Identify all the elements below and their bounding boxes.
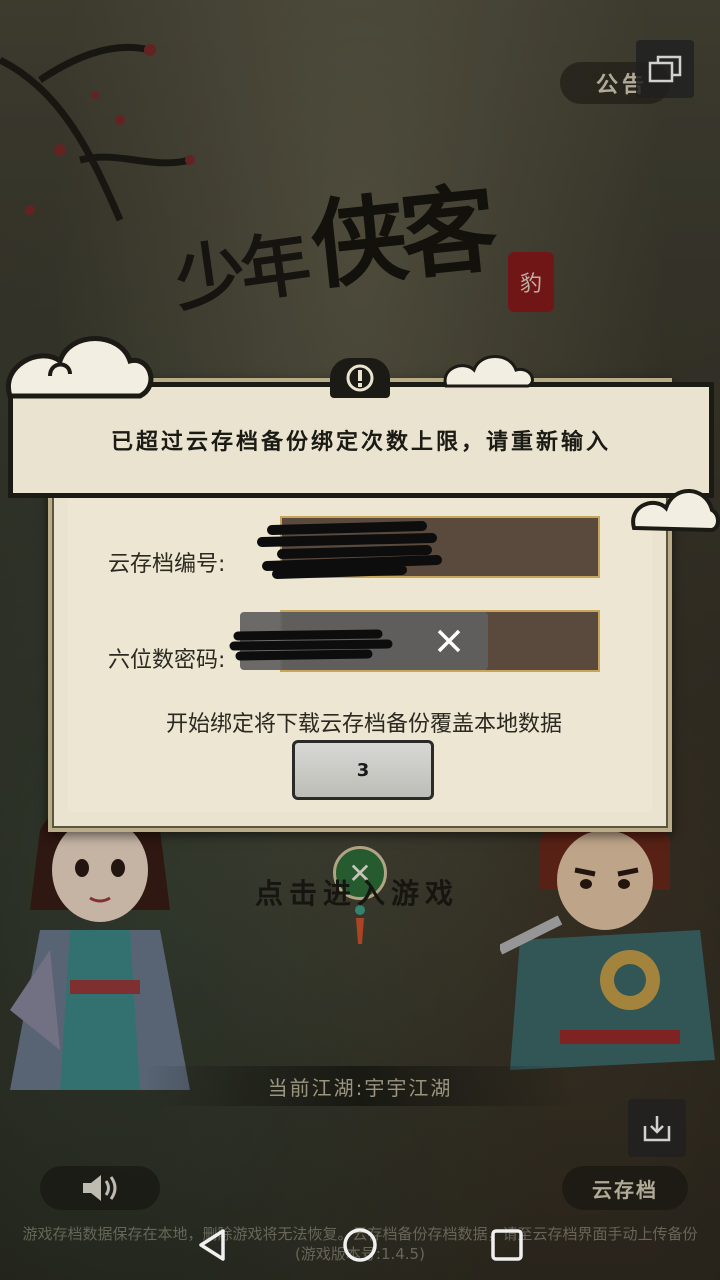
close-icon[interactable] [436,628,462,654]
redaction-scribble [257,521,442,579]
cloud-ornament-left [5,336,154,399]
redaction-scribble [229,629,393,661]
cloud-ornament-right [631,489,720,533]
recents-icon [490,1229,523,1261]
bind-hint-text: 开始绑定将下载云存档备份覆盖本地数据 [165,712,562,737]
navigation-bar [0,1210,720,1280]
confirm-bind-button[interactable]: 3 [292,740,434,800]
home-button[interactable] [330,1215,390,1275]
recents-button[interactable] [477,1215,537,1275]
password-label: 六位数密码: [108,648,226,673]
back-icon [199,1229,226,1261]
back-button[interactable] [183,1215,243,1275]
cloud-ornament-top [443,355,534,388]
save-id-label: 云存档编号: [108,552,226,577]
home-icon [343,1228,377,1262]
warning-icon [330,358,390,398]
warning-message: 已超过云存档备份绑定次数上限，请重新输入 [110,430,611,455]
